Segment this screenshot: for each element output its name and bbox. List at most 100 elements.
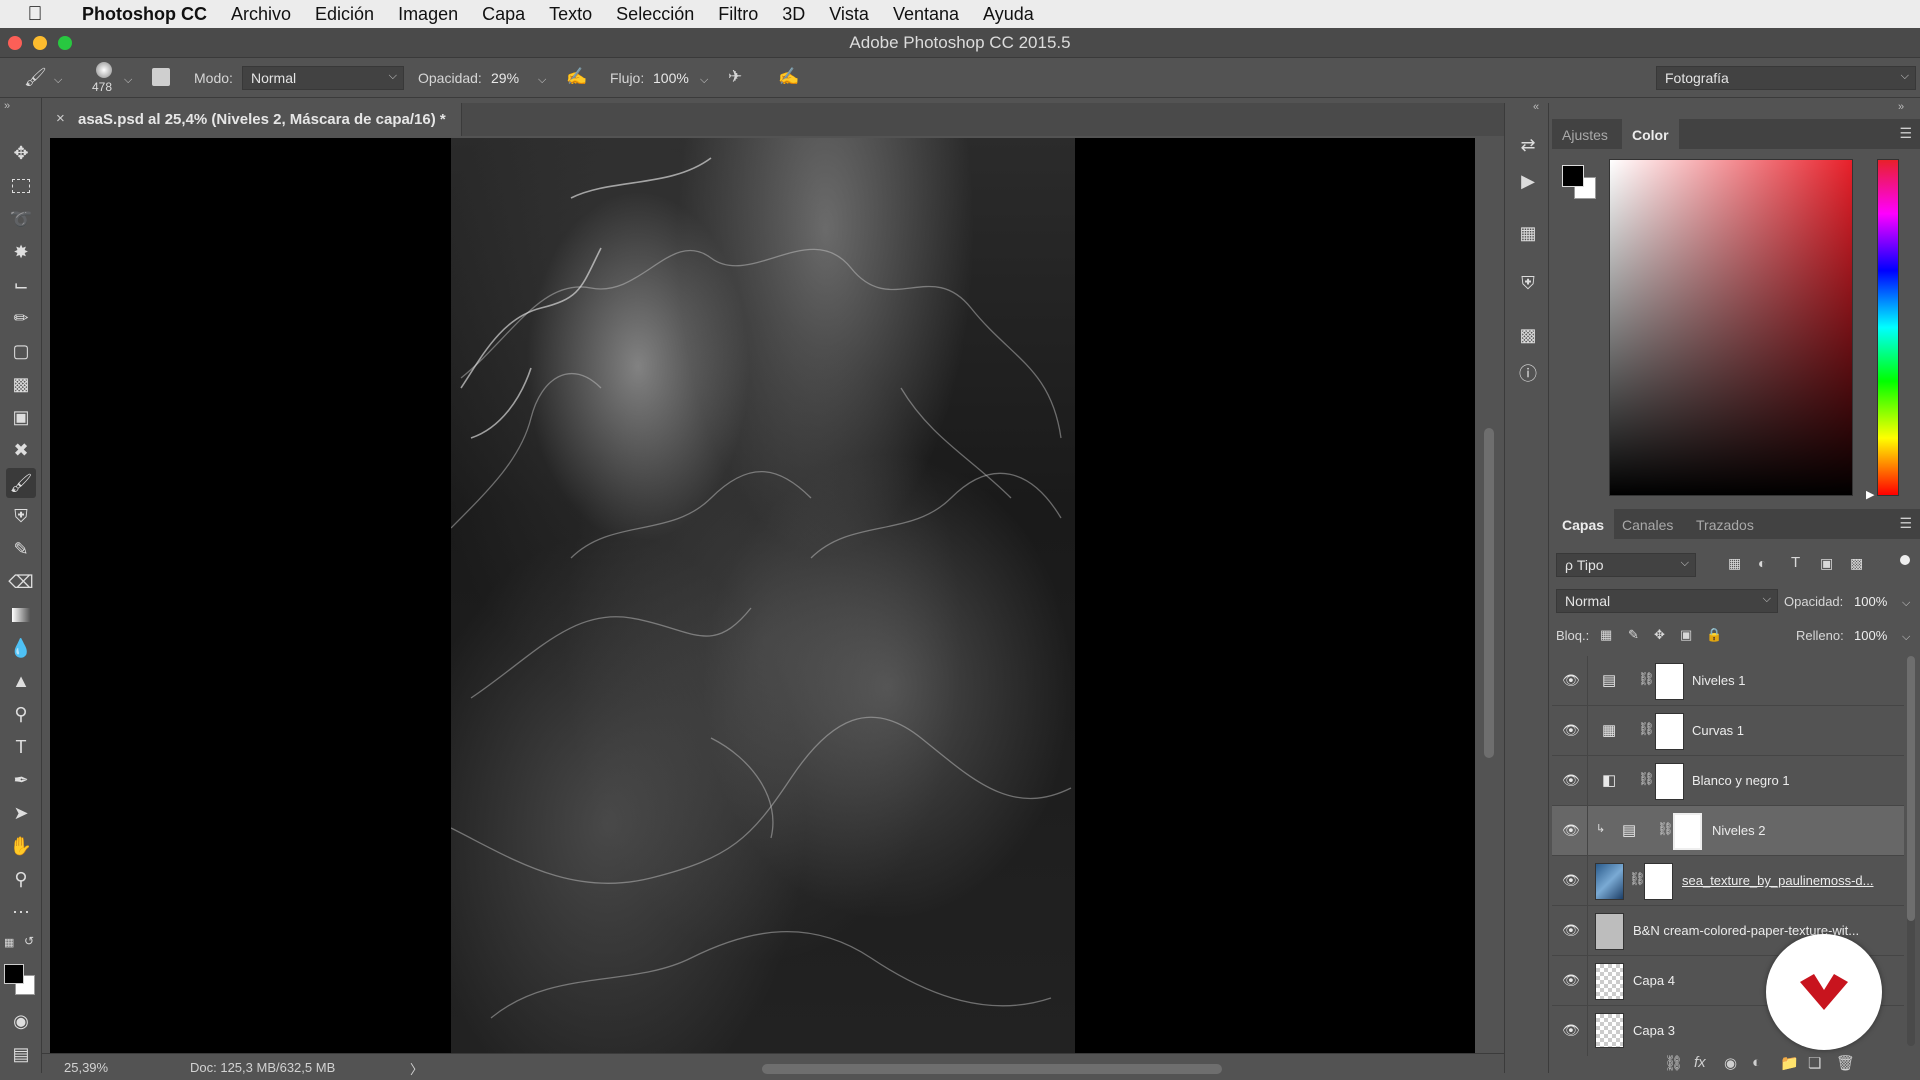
gradient-tool-icon[interactable] xyxy=(6,600,36,630)
link-chain-icon[interactable]: ⛓ xyxy=(1638,721,1655,737)
document-tab[interactable]: × asaS.psd al 25,4% (Niveles 2, Máscara … xyxy=(42,103,462,136)
tab-color[interactable]: Color xyxy=(1622,119,1679,149)
sharpen-tool-icon[interactable]: ▲ xyxy=(6,666,36,696)
collapse-icons-icon[interactable]: « xyxy=(1533,101,1539,113)
visibility-eye-icon[interactable]: 👁 xyxy=(1562,672,1580,689)
more-tools-icon[interactable]: ⋯ xyxy=(6,897,36,927)
layer-style-fx-icon[interactable]: fx xyxy=(1694,1054,1706,1071)
color-foreground-swatch[interactable] xyxy=(1562,165,1584,187)
layer-mask-thumbnail[interactable] xyxy=(1655,763,1684,800)
new-layer-icon[interactable]: ❏ xyxy=(1808,1054,1821,1072)
close-window-button[interactable] xyxy=(8,36,22,50)
quick-mask-icon[interactable]: ◉ xyxy=(6,1006,36,1036)
eyedropper-tool-icon[interactable]: ✏ xyxy=(6,303,36,333)
swatches-panel-icon[interactable]: ▦ xyxy=(1514,219,1542,247)
default-colors-icon[interactable]: ▦ xyxy=(4,936,14,949)
lock-all-icon[interactable]: 🔒 xyxy=(1706,627,1722,643)
opacity-chevron-icon[interactable]: ⌵ xyxy=(538,74,546,87)
lock-artboard-icon[interactable]: ▣ xyxy=(1680,627,1692,643)
menu-app-name[interactable]: Photoshop CC xyxy=(70,4,219,25)
swap-colors-icon[interactable]: ↺ xyxy=(24,934,34,948)
collapse-panels-icon[interactable]: » xyxy=(1898,101,1904,113)
menu-archivo[interactable]: Archivo xyxy=(219,4,303,25)
move-tool-icon[interactable]: ✥ xyxy=(6,138,36,168)
new-adjustment-layer-icon[interactable]: ◐ xyxy=(1752,1054,1761,1071)
layer-mask-thumbnail[interactable] xyxy=(1673,813,1702,850)
layer-row[interactable]: 👁 ▤ ⛓ Niveles 1 xyxy=(1552,656,1904,706)
delete-layer-icon[interactable]: 🗑 xyxy=(1836,1054,1855,1072)
opacity-value[interactable]: 29% xyxy=(491,70,519,86)
tab-ajustes[interactable]: Ajustes xyxy=(1552,119,1618,149)
filter-pixel-icon[interactable]: ▦ xyxy=(1728,555,1741,572)
crop-tool-icon[interactable]: ⌙ xyxy=(6,270,36,300)
menu-filtro[interactable]: Filtro xyxy=(706,4,770,25)
link-layers-icon[interactable]: ⛓ xyxy=(1664,1054,1683,1072)
zoom-tool-icon[interactable]: ⚲ xyxy=(6,864,36,894)
filter-adjustment-icon[interactable]: ◐ xyxy=(1758,555,1766,571)
new-group-icon[interactable]: 📁 xyxy=(1780,1054,1799,1072)
brush-tool-icon[interactable]: 🖌 xyxy=(24,67,47,88)
link-chain-icon[interactable]: ⛓ xyxy=(1657,821,1674,837)
smart-object-thumbnail[interactable] xyxy=(1595,913,1624,950)
layer-mask-thumbnail[interactable] xyxy=(1655,663,1684,700)
visibility-eye-icon[interactable]: 👁 xyxy=(1562,722,1580,739)
tab-capas[interactable]: Capas xyxy=(1552,509,1615,539)
blend-mode-dropdown[interactable]: Normal ⌵ xyxy=(1556,589,1778,613)
pen-tool-icon[interactable]: ✒ xyxy=(6,765,36,795)
menu-vista[interactable]: Vista xyxy=(817,4,881,25)
vertical-scrollbar-thumb[interactable] xyxy=(1484,428,1494,758)
info-panel-icon[interactable]: ⓘ xyxy=(1514,359,1542,387)
fill-value[interactable]: 100% xyxy=(1854,628,1887,643)
canvas-area[interactable] xyxy=(50,138,1475,1053)
eraser-tool-icon[interactable]: ⌫ xyxy=(6,567,36,597)
brush-preset-chevron-icon[interactable]: ⌵ xyxy=(124,74,132,87)
history-brush-tool-icon[interactable]: ✎ xyxy=(6,534,36,564)
filter-shape-icon[interactable]: ▣ xyxy=(1820,555,1833,572)
lock-position-icon[interactable]: ✥ xyxy=(1654,627,1665,643)
tablet-pressure-size-icon[interactable]: ✍ xyxy=(778,67,799,87)
layer-opacity-chevron-icon[interactable]: ⌵ xyxy=(1902,597,1910,610)
tab-trazados[interactable]: Trazados xyxy=(1686,509,1764,539)
blur-tool-icon[interactable]: 💧 xyxy=(6,633,36,663)
airbrush-icon[interactable]: ✈ xyxy=(728,67,742,87)
visibility-eye-icon[interactable]: 👁 xyxy=(1562,922,1580,939)
layer-row[interactable]: 👁 ⛓ sea_texture_by_paulinemoss-d... xyxy=(1552,856,1904,906)
menu-seleccion[interactable]: Selección xyxy=(604,4,706,25)
fill-chevron-icon[interactable]: ⌵ xyxy=(1902,631,1910,644)
minimize-window-button[interactable] xyxy=(33,36,47,50)
panel-menu-icon[interactable]: ☰ xyxy=(1899,515,1912,532)
menu-texto[interactable]: Texto xyxy=(537,4,604,25)
visibility-eye-icon[interactable]: 👁 xyxy=(1562,772,1580,789)
visibility-eye-icon[interactable]: 👁 xyxy=(1562,872,1580,889)
mode-dropdown[interactable]: Normal ⌵ xyxy=(242,66,404,90)
workspace-dropdown[interactable]: Fotografía ⌵ xyxy=(1656,66,1916,90)
hue-slider[interactable] xyxy=(1877,159,1899,496)
dodge-tool-icon[interactable]: ⚲ xyxy=(6,699,36,729)
content-aware-move-tool-icon[interactable]: ▣ xyxy=(6,402,36,432)
flow-chevron-icon[interactable]: ⌵ xyxy=(700,74,708,87)
add-mask-icon[interactable]: ◉ xyxy=(1724,1054,1737,1072)
lock-pixels-icon[interactable]: ✎ xyxy=(1628,627,1639,643)
brush-panel-icon[interactable] xyxy=(152,68,170,86)
visibility-eye-icon[interactable]: 👁 xyxy=(1562,972,1580,989)
screen-mode-icon[interactable]: ▤ xyxy=(6,1039,36,1069)
quick-selection-tool-icon[interactable]: ✸ xyxy=(6,237,36,267)
menu-3d[interactable]: 3D xyxy=(770,4,817,25)
tab-canales[interactable]: Canales xyxy=(1612,509,1683,539)
menu-ayuda[interactable]: Ayuda xyxy=(971,4,1046,25)
healing-brush-tool-icon[interactable]: ▢ xyxy=(6,336,36,366)
layer-filter-dropdown[interactable]: ρ Tipo ⌵ xyxy=(1556,553,1696,577)
filter-smart-object-icon[interactable]: ▩ xyxy=(1850,555,1863,572)
link-chain-icon[interactable]: ⛓ xyxy=(1638,771,1655,787)
layer-mask-thumbnail[interactable] xyxy=(1644,863,1673,900)
visibility-eye-icon[interactable]: 👁 xyxy=(1562,1022,1580,1039)
type-tool-icon[interactable]: T xyxy=(6,732,36,762)
red-eye-tool-icon[interactable]: ✖ xyxy=(6,435,36,465)
filter-type-icon[interactable]: T xyxy=(1791,554,1800,571)
brush-tool-icon[interactable]: 🖌 xyxy=(6,468,36,498)
status-menu-arrow-icon[interactable]: 〉 xyxy=(410,1059,423,1078)
zoom-level[interactable]: 25,39% xyxy=(64,1060,108,1075)
lock-transparency-icon[interactable]: ▦ xyxy=(1600,627,1612,643)
layer-row-selected[interactable]: 👁 ↳ ▤ ⛓ Niveles 2 xyxy=(1552,806,1904,856)
color-saturation-field[interactable] xyxy=(1609,159,1853,496)
